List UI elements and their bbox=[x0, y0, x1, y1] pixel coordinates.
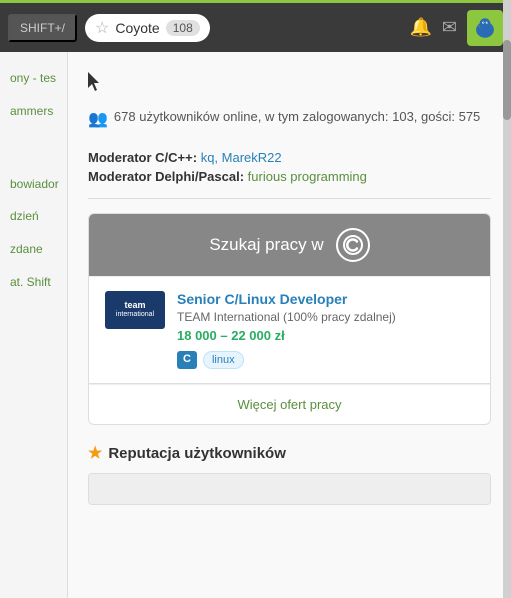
c-logo bbox=[336, 228, 370, 262]
reputation-table bbox=[88, 473, 491, 505]
separator-1 bbox=[88, 198, 491, 199]
moderator-cpp-names[interactable]: kq, MarekR22 bbox=[201, 150, 282, 165]
sidebar-item-3[interactable]: bowiador bbox=[0, 168, 67, 201]
job-company-name: TEAM International (100% pracy zdalnej) bbox=[177, 310, 474, 324]
avatar[interactable] bbox=[467, 10, 503, 46]
sidebar-item-4[interactable]: dzień bbox=[0, 200, 67, 233]
coyote-button[interactable]: ☆ Coyote 108 bbox=[85, 14, 210, 42]
bell-icon[interactable]: 🔔 bbox=[409, 17, 431, 38]
job-tags: C linux bbox=[177, 351, 474, 369]
online-users-section: 👥 678 użytkowników online, w tym zalogow… bbox=[88, 107, 491, 132]
sidebar-item-5[interactable]: zdane bbox=[0, 233, 67, 266]
moderator-cpp-row: Moderator C/C++: kq, MarekR22 bbox=[88, 150, 491, 165]
reputation-star-icon: ★ bbox=[88, 443, 102, 463]
topbar: SHIFT+/ ☆ Coyote 108 🔔 ✉ bbox=[0, 0, 511, 52]
company-logo-text: team international bbox=[116, 300, 154, 319]
mail-icon[interactable]: ✉ bbox=[442, 17, 457, 38]
job-box-header-text: Szukaj pracy w bbox=[209, 235, 323, 255]
job-more-link: Więcej ofert pracy bbox=[89, 384, 490, 424]
cursor-icon bbox=[88, 72, 102, 92]
job-title[interactable]: Senior C/Linux Developer bbox=[177, 291, 474, 307]
moderator-delphi-label: Moderator Delphi/Pascal: bbox=[88, 169, 244, 184]
shift-button[interactable]: SHIFT+/ bbox=[8, 14, 77, 42]
company-logo: team international bbox=[105, 291, 165, 329]
reputation-section: ★ Reputacja użytkowników bbox=[88, 443, 491, 463]
sidebar-item-6[interactable]: at. Shift bbox=[0, 266, 67, 299]
job-search-box: Szukaj pracy w team international bbox=[88, 213, 491, 425]
moderator-delphi-row: Moderator Delphi/Pascal: furious program… bbox=[88, 169, 491, 184]
coyote-label: Coyote bbox=[115, 20, 159, 36]
moderator-cpp-label: Moderator C/C++: bbox=[88, 150, 197, 165]
online-users-text: 678 użytkowników online, w tym zalogowan… bbox=[114, 107, 480, 127]
reputation-label: Reputacja użytkowników bbox=[108, 445, 286, 462]
star-icon: ☆ bbox=[95, 18, 109, 38]
tag-linux[interactable]: linux bbox=[203, 351, 244, 369]
c-logo-icon bbox=[343, 235, 363, 255]
main-content: ony - tes ammers bowiador dzień zdane at… bbox=[0, 52, 511, 598]
sidebar-item-2[interactable]: ammers bbox=[0, 95, 67, 128]
job-box-header: Szukaj pracy w bbox=[89, 214, 490, 276]
scrollbar[interactable] bbox=[503, 0, 511, 598]
job-company-row: team international Senior C/Linux Develo… bbox=[105, 291, 474, 369]
topbar-right-icons: 🔔 ✉ bbox=[409, 10, 503, 46]
tag-c[interactable]: C bbox=[177, 351, 197, 369]
sidebar-item-1[interactable]: ony - tes bbox=[0, 62, 67, 95]
content-area: 👥 678 użytkowników online, w tym zalogow… bbox=[68, 52, 511, 598]
job-details: Senior C/Linux Developer TEAM Internatio… bbox=[177, 291, 474, 369]
users-icon: 👥 bbox=[88, 108, 108, 132]
job-listing: team international Senior C/Linux Develo… bbox=[89, 276, 490, 383]
moderator-delphi-name[interactable]: furious programming bbox=[248, 169, 367, 184]
job-salary: 18 000 – 22 000 zł bbox=[177, 328, 474, 343]
more-jobs-link[interactable]: Więcej ofert pracy bbox=[237, 397, 341, 412]
sidebar: ony - tes ammers bowiador dzień zdane at… bbox=[0, 52, 68, 598]
scrollbar-thumb[interactable] bbox=[503, 40, 511, 120]
coyote-count: 108 bbox=[166, 20, 200, 36]
